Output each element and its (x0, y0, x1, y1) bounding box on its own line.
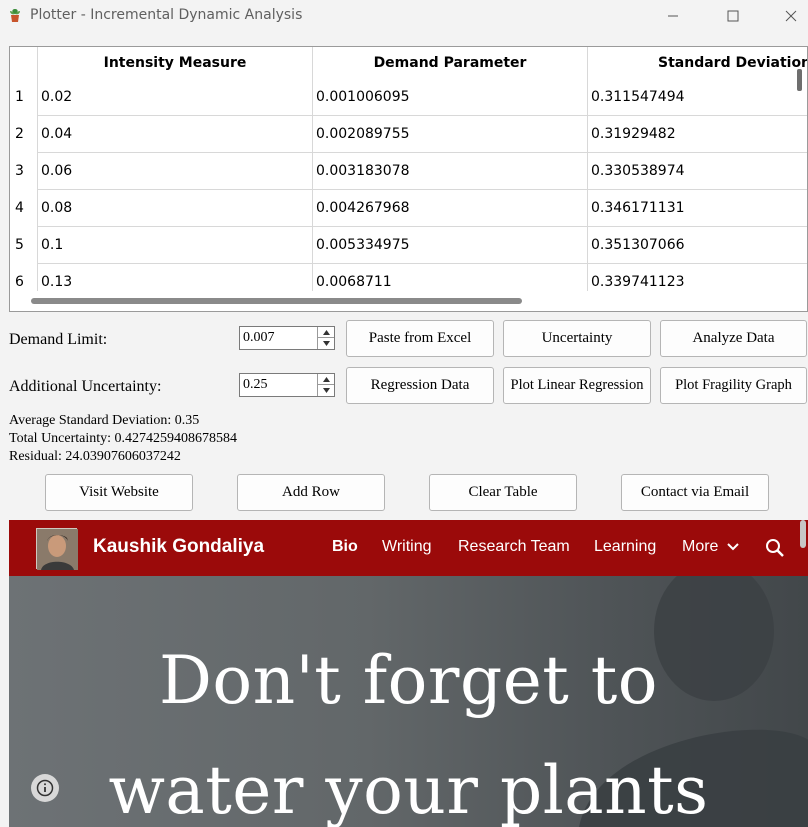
table-cell[interactable]: 0.06 (38, 153, 313, 190)
row-number[interactable]: 4 (10, 190, 38, 227)
site-navbar: Kaushik Gondaliya Bio Writing Research T… (9, 520, 808, 576)
demand-limit-label: Demand Limit: (9, 331, 108, 348)
table-cell[interactable]: 0.004267968 (313, 190, 588, 227)
table-cell[interactable]: 0.002089755 (313, 116, 588, 153)
analyze-data-button[interactable]: Analyze Data (660, 320, 807, 357)
corner-cell[interactable] (10, 47, 38, 79)
site-name-link[interactable]: Kaushik Gondaliya (93, 536, 264, 558)
plot-fragility-graph-button[interactable]: Plot Fragility Graph (660, 367, 807, 404)
table-cell[interactable]: 0.003183078 (313, 153, 588, 190)
demand-limit-spinbox[interactable]: 0.007 (239, 326, 335, 350)
demand-limit-value[interactable]: 0.007 (243, 330, 275, 346)
uncertainty-value[interactable]: 0.25 (243, 377, 268, 393)
row-number[interactable]: 3 (10, 153, 38, 190)
regression-data-button[interactable]: Regression Data (346, 367, 494, 404)
table-cell[interactable]: 0.02 (38, 79, 313, 116)
additional-uncertainty-label: Additional Uncertainty: (9, 378, 162, 395)
plot-linear-regression-button[interactable]: Plot Linear Regression (503, 367, 651, 404)
window-title: Plotter - Incremental Dynamic Analysis (30, 7, 303, 23)
row-number[interactable]: 1 (10, 79, 38, 116)
data-table[interactable]: Intensity Measure Demand Parameter Stand… (9, 46, 808, 312)
nav-more-label: More (682, 538, 719, 555)
webview-scrollbar-thumb[interactable] (800, 520, 806, 548)
hero-banner: Don't forget to water your plants (9, 576, 808, 827)
uncertainty-button[interactable]: Uncertainty (503, 320, 651, 357)
horizontal-scrollbar-thumb[interactable] (31, 298, 522, 304)
uncertainty-spinbox[interactable]: 0.25 (239, 373, 335, 397)
average-sd-text: Average Standard Deviation: 0.35 (9, 413, 200, 428)
table-cell[interactable]: 0.001006095 (313, 79, 588, 116)
title-bar: Plotter - Incremental Dynamic Analysis (0, 0, 808, 32)
spin-down-icon[interactable] (318, 338, 334, 349)
visit-website-button[interactable]: Visit Website (45, 474, 193, 511)
nav-research-team[interactable]: Research Team (458, 538, 570, 556)
paste-from-excel-button[interactable]: Paste from Excel (346, 320, 494, 357)
residual-text: Residual: 24.03907606037242 (9, 449, 181, 464)
maximize-button[interactable] (710, 0, 756, 32)
hero-title-line2: water your plants (108, 752, 709, 827)
close-button[interactable] (768, 0, 808, 32)
nav-writing[interactable]: Writing (382, 538, 432, 556)
clear-table-button[interactable]: Clear Table (429, 474, 577, 511)
maximize-icon (727, 10, 739, 22)
table-cell[interactable]: 0.08 (38, 190, 313, 227)
search-icon[interactable] (765, 538, 785, 558)
chevron-down-icon (727, 543, 739, 551)
spin-up-icon[interactable] (318, 327, 334, 338)
avatar[interactable] (36, 528, 78, 570)
plant-icon (10, 9, 20, 22)
column-header-intensity[interactable]: Intensity Measure (38, 47, 313, 79)
nav-more[interactable]: More (682, 538, 739, 556)
minimize-button[interactable] (650, 0, 696, 32)
table-cell[interactable]: 0.04 (38, 116, 313, 153)
table-cell[interactable]: 0.005334975 (313, 227, 588, 264)
minimize-icon (668, 15, 678, 17)
close-icon (785, 10, 797, 22)
table-cell[interactable]: 0.351307066 (588, 227, 807, 264)
info-icon[interactable] (31, 774, 59, 802)
table-cell[interactable]: 0.311547494 (588, 79, 807, 116)
spin-down-icon[interactable] (318, 385, 334, 396)
row-number[interactable]: 2 (10, 116, 38, 153)
spin-up-icon[interactable] (318, 374, 334, 385)
hero-title-line1: Don't forget to (158, 642, 659, 719)
add-row-button[interactable]: Add Row (237, 474, 385, 511)
table-cell[interactable]: 0.346171131 (588, 190, 807, 227)
nav-learning[interactable]: Learning (594, 538, 656, 556)
embedded-webview[interactable]: Kaushik Gondaliya Bio Writing Research T… (9, 520, 808, 827)
table-cell[interactable]: 0.1 (38, 227, 313, 264)
nav-bio[interactable]: Bio (332, 538, 358, 556)
table-cell[interactable]: 0.330538974 (588, 153, 807, 190)
column-header-stddev[interactable]: Standard Deviation (588, 47, 807, 79)
vertical-scrollbar-thumb[interactable] (797, 69, 802, 91)
column-header-demand[interactable]: Demand Parameter (313, 47, 588, 79)
total-uncertainty-text: Total Uncertainty: 0.4274259408678584 (9, 431, 238, 446)
row-number[interactable]: 5 (10, 227, 38, 264)
contact-email-button[interactable]: Contact via Email (621, 474, 769, 511)
table-cell[interactable]: 0.31929482 (588, 116, 807, 153)
